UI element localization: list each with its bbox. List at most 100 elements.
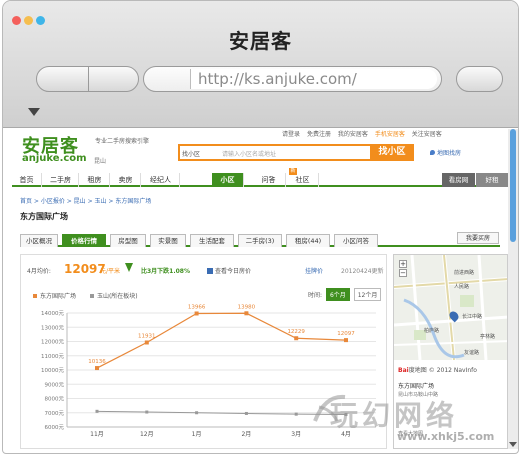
x-tick-label: 11月	[90, 431, 104, 438]
map-zoom-controls: + −	[399, 260, 409, 288]
data-label: 12229	[287, 329, 305, 335]
y-tick-label: 10000元	[41, 367, 64, 374]
tab[interactable]: 实景图	[150, 234, 186, 247]
top-link[interactable]: 手机安居客	[375, 131, 405, 138]
zoom-in-button[interactable]: +	[399, 260, 407, 268]
nav-item[interactable]: 二手房	[43, 173, 79, 187]
map-brand-logo: Bai	[398, 367, 409, 374]
y-tick-label: 9000元	[45, 381, 65, 388]
data-label: 13966	[188, 304, 206, 310]
tab[interactable]: 房型图	[110, 234, 146, 247]
nav-item[interactable]: 问答	[252, 173, 286, 187]
nav-right-item[interactable]: 好租	[476, 173, 508, 187]
minimize-dot[interactable]	[24, 16, 33, 25]
y-tick-label: 12000元	[41, 339, 64, 346]
top-link[interactable]: 请登录	[282, 131, 300, 138]
map-brand: Bai度地图 © 2012 NavInfo	[398, 365, 477, 374]
breadcrumb[interactable]: 首页 > 小区报价 > 昆山 > 玉山 > 东方国际广场	[20, 196, 151, 205]
x-tick-label: 2月	[241, 431, 251, 438]
back-button[interactable]	[37, 67, 88, 91]
y-tick-label: 8000元	[45, 396, 65, 403]
app-title: 安居客	[229, 29, 292, 53]
map-road-label: 友谊路	[464, 350, 480, 356]
nav-item-active[interactable]: 小区	[212, 173, 244, 187]
new-badge: 新	[289, 168, 297, 175]
top-link[interactable]: 我的安居客	[338, 131, 368, 138]
x-tick-label: 12月	[140, 431, 154, 438]
y-tick-label: 7000元	[45, 410, 65, 417]
watermark: 玩幻网络	[330, 399, 459, 432]
map-road-label: 柏庐路	[424, 328, 440, 334]
nav-item[interactable]: 租房	[80, 173, 110, 187]
zoom-out-button[interactable]: −	[399, 269, 407, 277]
nav-item[interactable]: 首页	[12, 173, 42, 187]
title-bar: 安居客 http://ks.anjuke.com/	[3, 1, 518, 128]
nav-buttons	[36, 66, 139, 92]
search-button[interactable]: 找小区	[370, 144, 414, 161]
scroll-down-icon[interactable]	[509, 442, 517, 447]
city-selector[interactable]: 昆山	[94, 156, 106, 165]
tab-active[interactable]: 价格行情	[62, 234, 106, 247]
data-point	[95, 409, 99, 413]
x-tick-label: 3月	[291, 431, 301, 438]
series-line	[96, 312, 347, 369]
map-road-label: 前进西路	[454, 270, 475, 276]
tab[interactable]: 二手房(3)	[238, 234, 282, 247]
map-road-label: 亭林路	[480, 334, 496, 340]
search-box: 找小区 请输入小区名或地址 找小区	[178, 144, 414, 161]
watermark-url: www.xhkj5.com	[397, 430, 495, 443]
buy-house-button[interactable]: 我要买房	[457, 232, 499, 244]
data-label: 11931	[138, 333, 156, 339]
browser-window: 安居客 http://ks.anjuke.com/ 请登录 免费注册 我的安居客…	[2, 0, 519, 454]
map-pin-icon	[430, 150, 435, 155]
nav-right-item[interactable]: 看房网	[442, 173, 475, 187]
chevron-down-icon[interactable]	[28, 108, 40, 116]
data-point	[344, 338, 348, 343]
top-links: 请登录 免费注册 我的安居客 手机安居客 关注安居客	[282, 129, 447, 138]
data-point	[244, 311, 249, 316]
map-brand-suffix: 度地图	[408, 367, 427, 374]
nav-item[interactable]: 经纪人	[142, 173, 180, 187]
page-title: 东方国际广场	[20, 212, 68, 221]
tab[interactable]: 租房(44)	[286, 234, 330, 247]
data-point	[294, 412, 298, 416]
url-text[interactable]: http://ks.anjuke.com/	[190, 69, 437, 89]
y-tick-label: 6000元	[45, 424, 65, 431]
window-controls	[12, 16, 45, 25]
data-point	[145, 410, 149, 414]
data-label: 13980	[238, 304, 256, 310]
x-tick-label: 1月	[192, 431, 202, 438]
tab[interactable]: 生活配套	[190, 234, 234, 247]
tab-bar: 小区概况 价格行情 房型图 实景图 生活配套 二手房(3) 租房(44) 小区问…	[20, 232, 500, 247]
search-type-select[interactable]: 找小区	[182, 149, 200, 158]
data-label: 12097	[337, 331, 355, 337]
address-bar[interactable]: http://ks.anjuke.com/	[143, 66, 442, 92]
y-tick-label: 14000元	[41, 310, 64, 317]
top-link[interactable]: 免费注册	[307, 131, 331, 138]
page-scrollbar[interactable]	[508, 129, 518, 449]
close-dot[interactable]	[12, 16, 21, 25]
data-point	[144, 340, 149, 345]
search-input[interactable]: 请输入小区名或地址	[222, 149, 276, 158]
map-link-label: 地图找房	[437, 150, 462, 157]
map-search-link[interactable]: 地图找房	[430, 148, 461, 157]
tab[interactable]: 小区概况	[20, 234, 58, 247]
data-point	[95, 366, 99, 371]
action-button[interactable]	[456, 66, 503, 92]
nav-item[interactable]: 卖房	[111, 173, 141, 187]
maximize-dot[interactable]	[36, 16, 45, 25]
map-road-label: 长江中路	[462, 314, 483, 320]
y-tick-label: 13000元	[41, 324, 64, 331]
data-point	[195, 411, 199, 415]
map-estate-name: 东方国际广场	[398, 383, 435, 390]
data-point	[244, 411, 248, 415]
scrollbar-thumb[interactable]	[510, 129, 516, 242]
main-nav: 首页 二手房 租房 卖房 经纪人 小区 问答 社区 看房网 好租	[12, 173, 508, 187]
map-copyright: © 2012 NavInfo	[428, 367, 477, 374]
nav-item[interactable]: 社区	[287, 173, 319, 187]
y-tick-label: 11000元	[41, 353, 64, 360]
top-link[interactable]: 关注安居客	[412, 131, 442, 138]
forward-button[interactable]	[88, 67, 139, 91]
tab[interactable]: 小区问答	[334, 234, 378, 247]
site-logo-en[interactable]: anjuke.com	[22, 153, 87, 164]
